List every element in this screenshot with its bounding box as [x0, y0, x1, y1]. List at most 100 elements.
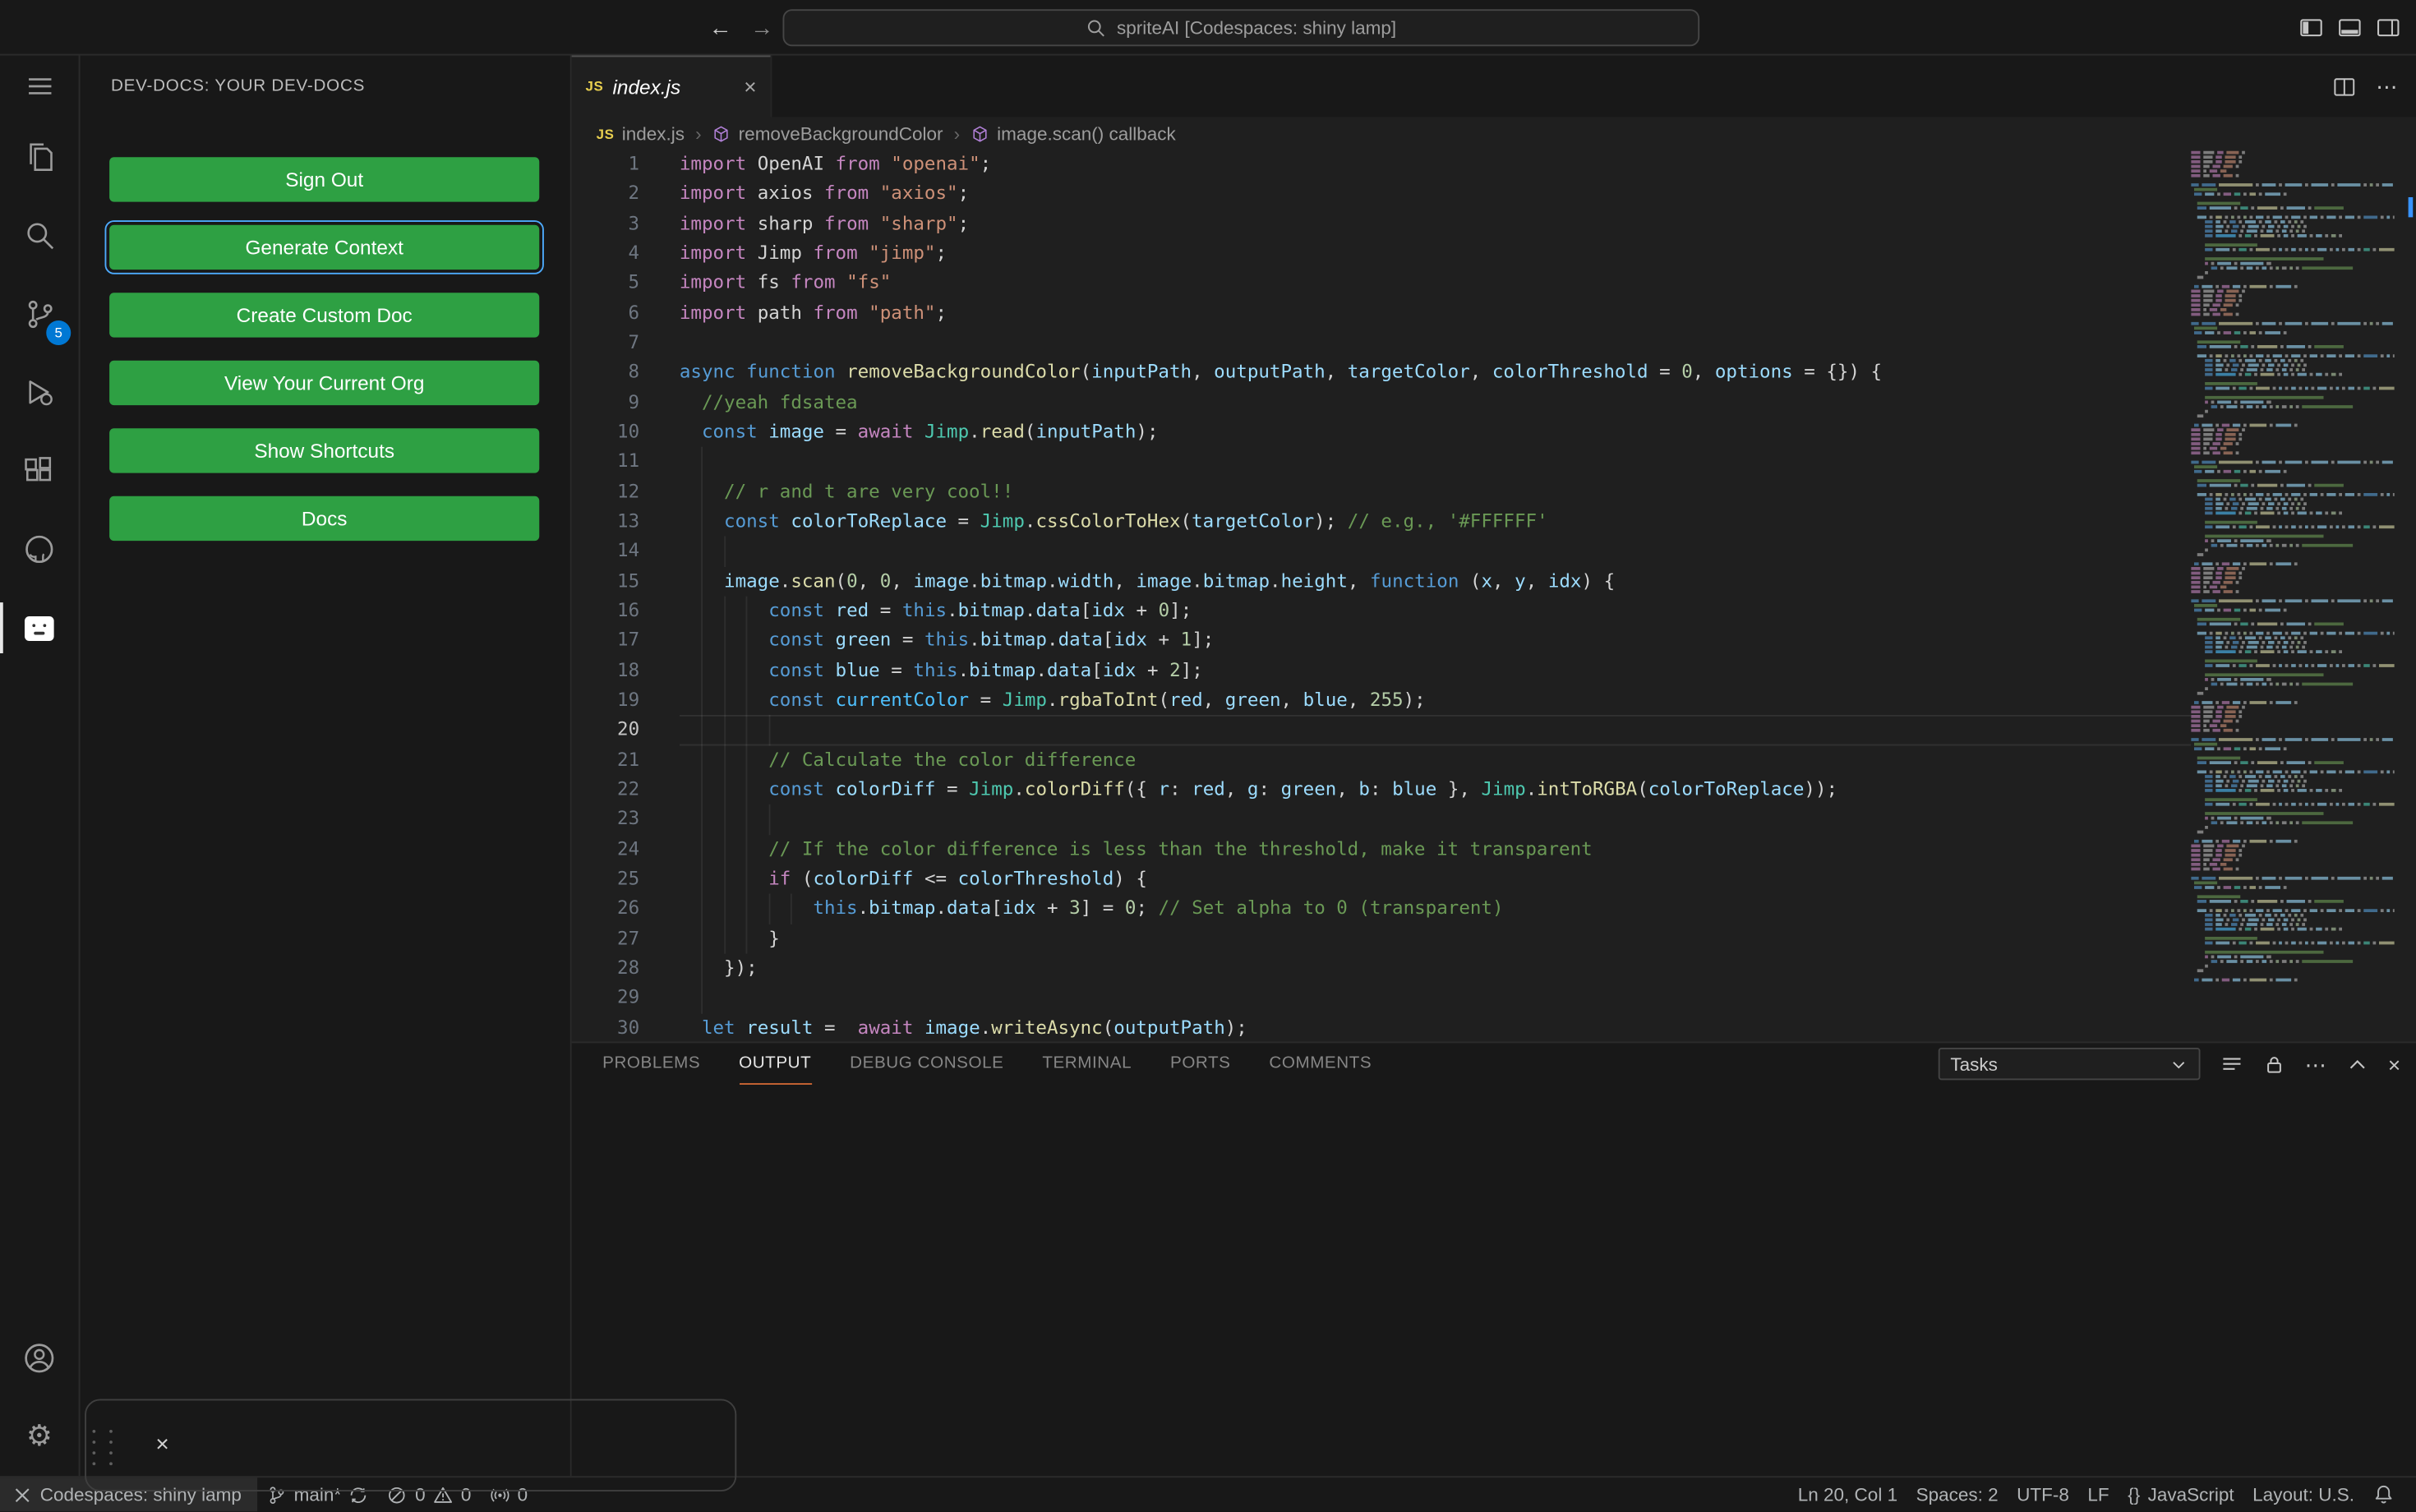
line-number[interactable]: 26 — [572, 894, 639, 924]
source-control-button[interactable]: 5 — [0, 274, 79, 353]
panel-tab-output[interactable]: OUTPUT — [739, 1043, 812, 1085]
accounts-button[interactable] — [0, 1319, 79, 1398]
line-number[interactable]: 17 — [572, 626, 639, 656]
line-number[interactable]: 28 — [572, 953, 639, 983]
code-line-7[interactable] — [680, 328, 2191, 357]
code-line-27[interactable]: } — [680, 924, 2191, 954]
command-center-search[interactable]: spriteAI [Codespaces: shiny lamp] — [782, 9, 1700, 47]
line-number[interactable]: 20 — [572, 715, 639, 744]
extensions-button[interactable] — [0, 431, 79, 510]
line-number[interactable]: 24 — [572, 834, 639, 864]
line-number[interactable]: 3 — [572, 209, 640, 238]
clear-output-icon[interactable] — [2220, 1053, 2243, 1076]
sidebar-button-generate-context[interactable]: Generate Context — [104, 220, 544, 274]
settings-button[interactable]: ⚙ — [0, 1398, 79, 1477]
code-line-1[interactable]: import OpenAI from "openai"; — [680, 150, 2191, 179]
code-line-3[interactable]: import sharp from "sharp"; — [680, 209, 2191, 238]
code-line-19[interactable]: const currentColor = Jimp.rgbaToInt(red,… — [680, 685, 2191, 716]
toggle-panel-icon[interactable] — [2337, 16, 2362, 40]
tab-index-js[interactable]: JS index.js × — [571, 55, 772, 118]
code-line-12[interactable]: // r and t are very cool!! — [680, 477, 2191, 507]
code-line-14[interactable] — [680, 536, 2191, 567]
overview-ruler[interactable] — [2395, 150, 2416, 1042]
code-line-10[interactable]: const image = await Jimp.read(inputPath)… — [680, 417, 2191, 447]
back-icon[interactable]: ← — [709, 15, 732, 41]
close-panel-icon[interactable]: × — [2388, 1053, 2400, 1075]
code-line-23[interactable] — [680, 804, 2191, 835]
code-editor[interactable]: 1 2 3 4 5 6 7 8 9 10 11 12 13 14 15 16 17 18 19 20 21 22 23 24 2… — [572, 150, 2416, 1042]
code-line-29[interactable] — [680, 983, 2191, 1013]
keyboard-layout-indicator[interactable]: Layout: U.S. — [2243, 1484, 2363, 1505]
code-line-6[interactable]: import path from "path"; — [680, 298, 2191, 328]
line-number[interactable]: 2 — [572, 179, 640, 209]
tab-close-icon[interactable]: × — [744, 74, 756, 99]
run-debug-button[interactable] — [0, 353, 79, 431]
code-line-21[interactable]: // Calculate the color difference — [680, 744, 2191, 775]
line-number[interactable]: 6 — [572, 298, 640, 328]
sidebar-button-sign-out[interactable]: Sign Out — [109, 157, 540, 202]
breadcrumb-item[interactable]: image.scan() callback — [971, 122, 1176, 144]
code-line-28[interactable]: }); — [680, 953, 2191, 984]
code-line-26[interactable]: this.bitmap.data[idx + 3] = 0; // Set al… — [680, 893, 2191, 924]
panel-tab-debug-console[interactable]: DEBUG CONSOLE — [850, 1043, 1003, 1085]
toggle-sidebar-icon[interactable] — [2299, 16, 2324, 40]
search-button[interactable] — [0, 196, 79, 274]
overlay-close-icon[interactable]: × — [155, 1433, 168, 1456]
output-channel-dropdown[interactable]: Tasks — [1938, 1048, 2201, 1081]
line-number[interactable]: 22 — [572, 775, 639, 804]
code-line-18[interactable]: const blue = this.bitmap.data[idx + 2]; — [680, 655, 2191, 686]
toggle-secondary-sidebar-icon[interactable] — [2376, 16, 2400, 40]
code-line-4[interactable]: import Jimp from "jimp"; — [680, 239, 2191, 269]
code-line-30[interactable]: let result = await image.writeAsync(outp… — [680, 1013, 2191, 1042]
line-number[interactable]: 10 — [572, 417, 639, 447]
line-number[interactable]: 11 — [572, 447, 639, 477]
line-number[interactable]: 21 — [572, 745, 639, 775]
line-number[interactable]: 4 — [572, 239, 640, 269]
code-line-25[interactable]: if (colorDiff <= colorThreshold) { — [680, 864, 2191, 894]
code-line-2[interactable]: import axios from "axios"; — [680, 179, 2191, 209]
maximize-panel-icon[interactable] — [2346, 1053, 2368, 1075]
code-line-13[interactable]: const colorToReplace = Jimp.cssColorToHe… — [680, 506, 2191, 537]
code-line-24[interactable]: // If the color difference is less than … — [680, 834, 2191, 864]
breadcrumb-item[interactable]: JS index.js — [597, 122, 685, 144]
split-editor-icon[interactable] — [2333, 75, 2356, 98]
line-number[interactable]: 27 — [572, 924, 639, 953]
cursor-position[interactable]: Ln 20, Col 1 — [1788, 1484, 1907, 1505]
sidebar-button-create-custom-doc[interactable]: Create Custom Doc — [109, 293, 540, 338]
panel-tab-comments[interactable]: COMMENTS — [1269, 1043, 1372, 1085]
line-number[interactable]: 8 — [572, 358, 640, 388]
panel-tab-terminal[interactable]: TERMINAL — [1042, 1043, 1132, 1085]
line-number[interactable]: 1 — [572, 150, 640, 179]
indentation-indicator[interactable]: Spaces: 2 — [1907, 1484, 2008, 1505]
language-indicator[interactable]: {} JavaScript — [2119, 1484, 2243, 1505]
line-number[interactable]: 18 — [572, 656, 639, 685]
menu-button[interactable] — [0, 56, 79, 118]
breadcrumb-item[interactable]: removeBackgroundColor — [712, 122, 943, 144]
explorer-button[interactable] — [0, 118, 79, 196]
minimap[interactable] — [2191, 150, 2395, 1042]
code-line-15[interactable]: image.scan(0, 0, image.bitmap.width, ima… — [680, 566, 2191, 597]
code-line-8[interactable]: async function removeBackgroundColor(inp… — [680, 358, 2191, 388]
line-number[interactable]: 9 — [572, 388, 640, 417]
line-number[interactable]: 25 — [572, 864, 639, 894]
line-number[interactable]: 12 — [572, 477, 639, 507]
more-actions-icon[interactable]: ⋯ — [2376, 76, 2397, 97]
line-number[interactable]: 16 — [572, 596, 639, 625]
github-button[interactable] — [0, 510, 79, 589]
forward-icon[interactable]: → — [750, 15, 773, 41]
eol-indicator[interactable]: LF — [2078, 1484, 2119, 1505]
panel-more-actions-icon[interactable]: ⋯ — [2305, 1053, 2326, 1075]
sidebar-button-view-your-current-org[interactable]: View Your Current Org — [109, 360, 540, 406]
sidebar-button-docs[interactable]: Docs — [109, 496, 540, 542]
drag-grip-icon[interactable] — [92, 1430, 113, 1466]
code-lines[interactable]: import OpenAI from "openai"; import axios… — [680, 150, 2191, 1042]
code-line-11[interactable] — [680, 447, 2191, 477]
line-number[interactable]: 23 — [572, 804, 639, 834]
line-number[interactable]: 30 — [572, 1013, 639, 1042]
output-content[interactable] — [572, 1085, 2416, 1476]
scroll-lock-icon[interactable] — [2263, 1053, 2285, 1075]
panel-tab-ports[interactable]: PORTS — [1170, 1043, 1231, 1085]
sidebar-button-show-shortcuts[interactable]: Show Shortcuts — [109, 428, 540, 473]
code-line-9[interactable]: //yeah fdsatea — [680, 388, 2191, 417]
line-number[interactable]: 19 — [572, 685, 639, 715]
